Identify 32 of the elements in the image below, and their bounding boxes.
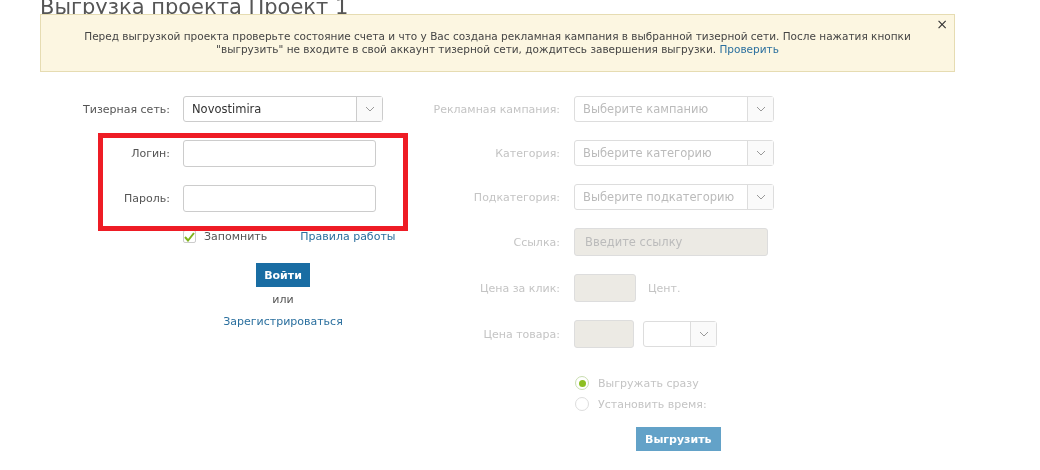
field-label: Цена товара:	[483, 327, 560, 341]
close-button[interactable]: ×	[936, 16, 948, 32]
field-label: Цена за клик:	[480, 281, 560, 295]
alert-message: Перед выгрузкой проекта проверьте состояние счета и что у Вас создана рекламная кампания в выбранной тизерной сети. После нажатия кнопки "выгрузить" не входите в свой аккаунт тизерной сети, дождитесь завершения выгрузки. Проверить	[83, 30, 912, 56]
field-label: Ссылка:	[513, 235, 560, 249]
field-label: Категория:	[495, 146, 560, 160]
input-field[interactable]	[183, 140, 376, 167]
remember-label: Запомнить	[204, 230, 268, 243]
field-label: Логин:	[131, 147, 170, 160]
field-label: Пароль:	[124, 192, 170, 205]
register-link[interactable]: Зарегистрироваться	[223, 315, 343, 328]
input-field[interactable]	[183, 185, 376, 212]
unit-label: Цент.	[648, 281, 681, 295]
radio-label: Установить время:	[598, 397, 707, 411]
check-icon	[184, 231, 195, 242]
chevron-down-icon	[364, 106, 375, 112]
currency-dropdown[interactable]	[643, 321, 717, 347]
chevron-down-icon	[755, 106, 766, 112]
rules-link[interactable]: Правила работы	[300, 230, 396, 243]
chevron-down-icon	[755, 194, 766, 200]
radio-label: Выгружать сразу	[598, 376, 699, 390]
field-label: Рекламная кампания:	[433, 102, 560, 116]
chevron-down-icon	[755, 150, 766, 156]
network-select[interactable]: Novostimira	[183, 96, 383, 122]
price-field[interactable]	[574, 274, 636, 302]
price-field[interactable]	[574, 320, 634, 348]
check-link[interactable]: Проверить	[719, 43, 779, 55]
chevron-down-icon	[698, 331, 709, 337]
field-label: Тизерная сеть:	[83, 102, 170, 116]
or-text: или	[272, 293, 294, 306]
login-button[interactable]: Войти	[256, 263, 310, 287]
field-label: Подкатегория:	[473, 190, 560, 204]
